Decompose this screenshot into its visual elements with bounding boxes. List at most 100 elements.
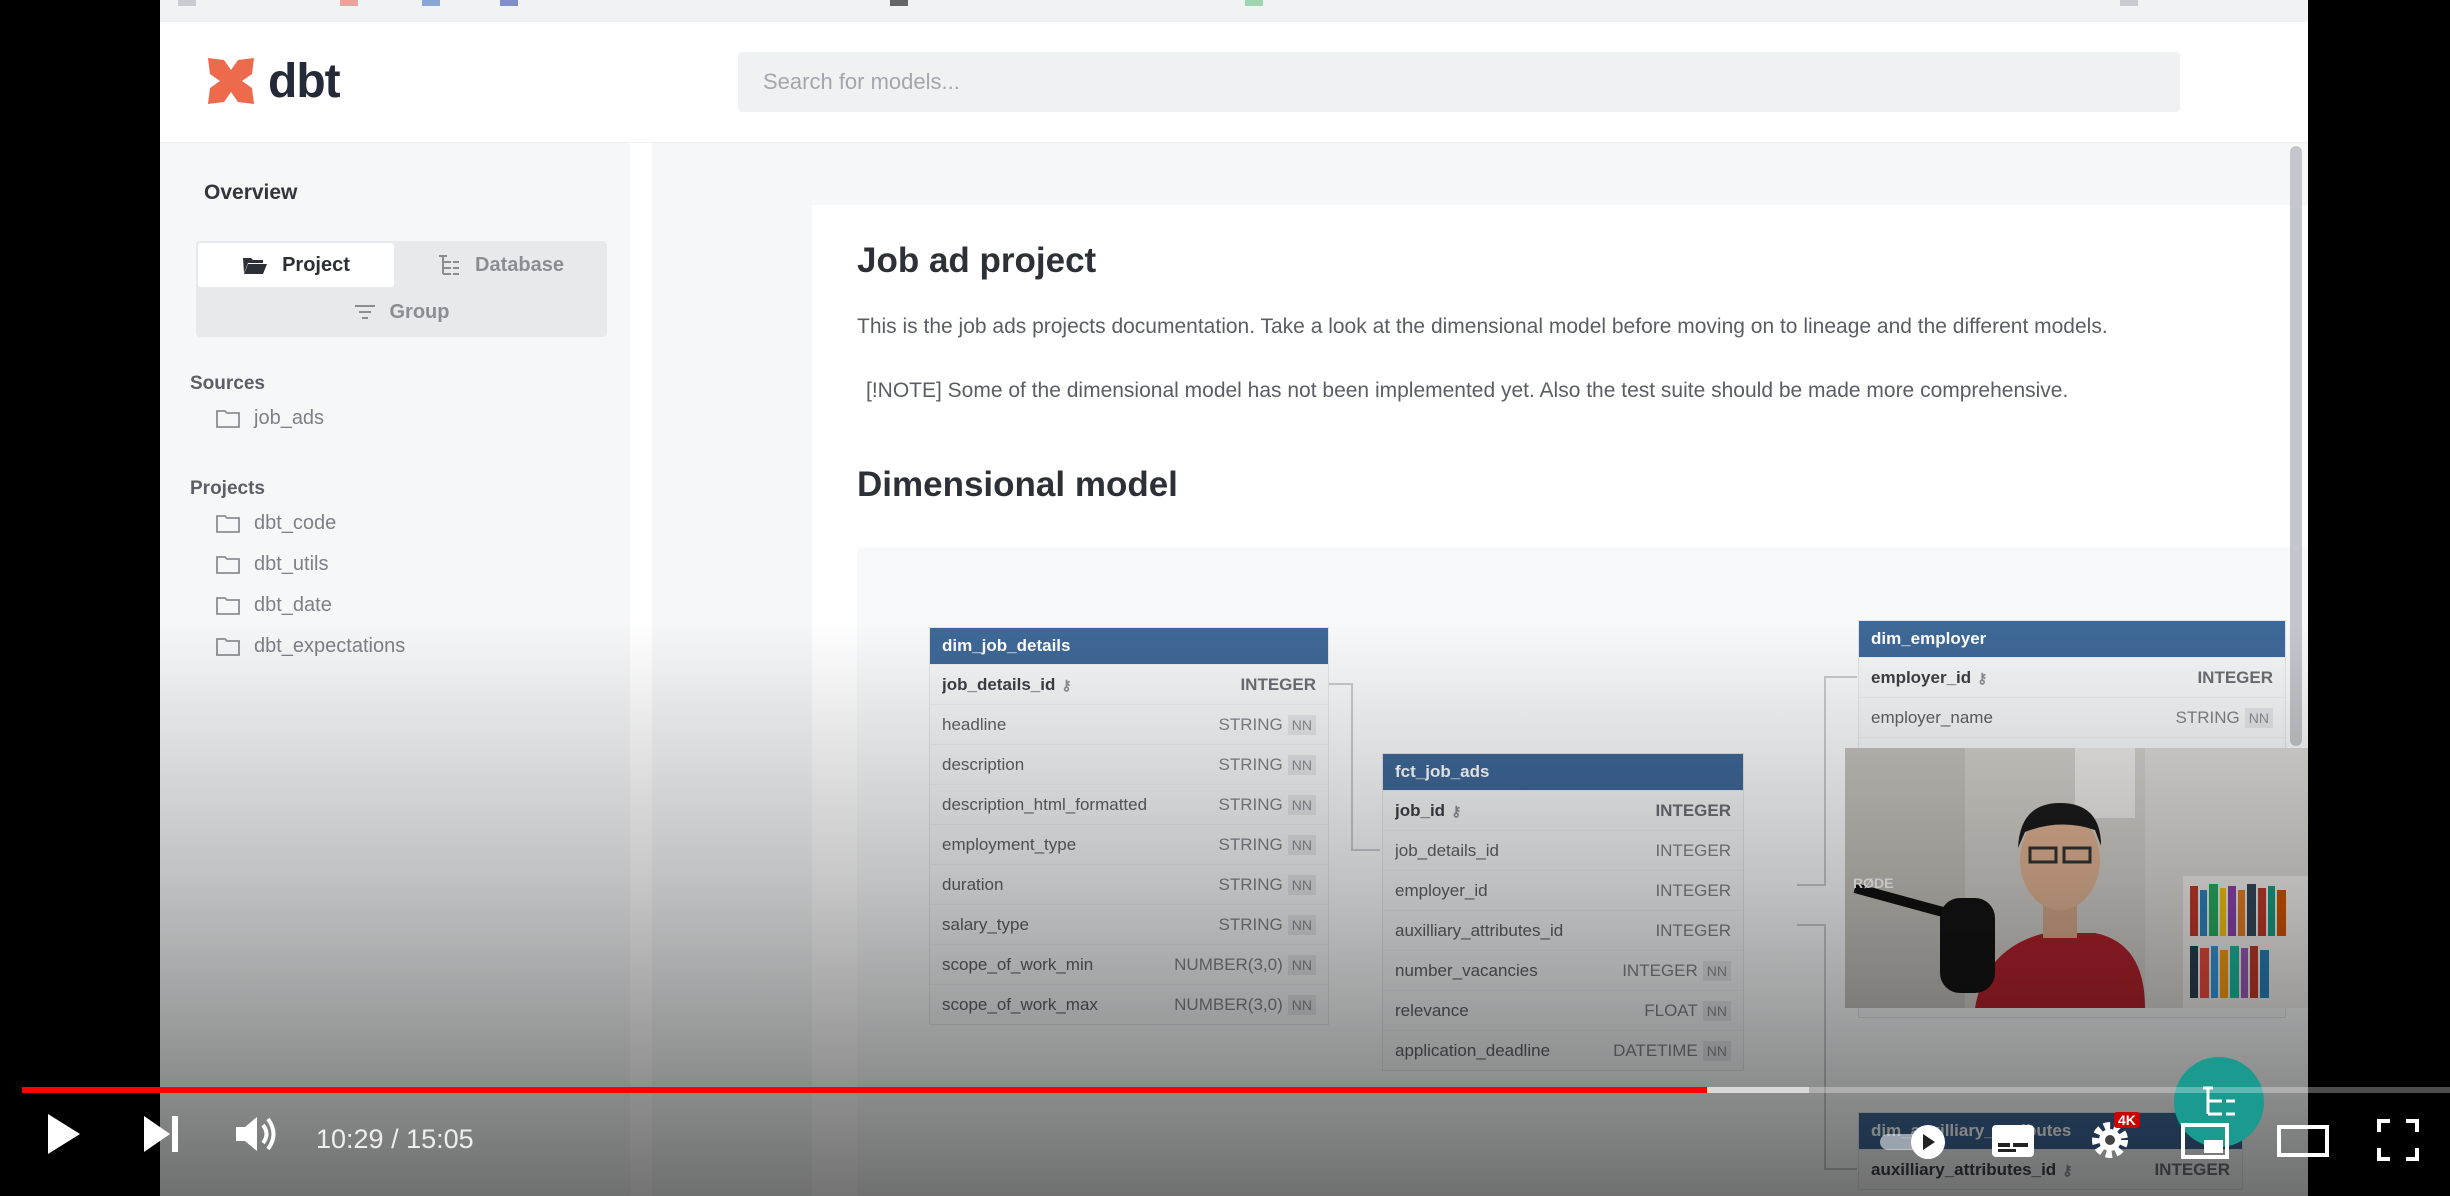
column-type: INTEGER (2197, 667, 2273, 687)
column-name: salary_type (942, 914, 1029, 934)
tab-database[interactable]: Database (396, 243, 605, 287)
column-name: relevance (1395, 1000, 1469, 1020)
column-name: auxilliary_attributes_id (1395, 920, 1564, 940)
sidebar-item-label: dbt_utils (254, 553, 329, 575)
tab-project[interactable]: Project (198, 243, 394, 287)
column-type: FLOAT (1644, 1000, 1698, 1020)
sidebar-item-dbt-date[interactable]: dbt_date (216, 594, 332, 617)
not-null-badge: NN (1287, 994, 1316, 1015)
autoplay-toggle-icon (1880, 1125, 1945, 1159)
bookmark-icon (500, 0, 518, 6)
quality-badge: 4K (2114, 1112, 2140, 1128)
column-type: STRING (2175, 707, 2240, 727)
sidebar-item-job-ads[interactable]: job_ads (216, 407, 324, 430)
bookmark-icon (340, 0, 358, 6)
theater-mode-icon (2277, 1125, 2329, 1157)
mic-brand-label: RØDE (1853, 875, 1893, 891)
main-content: Job ad project This is the job ads proje… (652, 143, 2308, 1196)
column-type: INTEGER (2154, 1159, 2230, 1179)
column-type: INTEGER (1655, 840, 1731, 860)
column-type: STRING (1218, 794, 1283, 814)
miniplayer-icon (2181, 1123, 2229, 1159)
settings-button[interactable]: 4K (2086, 1112, 2140, 1164)
sidebar-item-dbt-expectations[interactable]: dbt_expectations (216, 635, 405, 658)
tab-project-label: Project (282, 253, 350, 276)
sidebar-item-dbt-utils[interactable]: dbt_utils (216, 553, 329, 576)
autoplay-toggle[interactable] (1878, 1122, 1950, 1162)
table-row: employer_id ⚷ INTEGER (1859, 657, 2285, 697)
column-type: STRING (1218, 914, 1283, 934)
table-row: relevance FLOAT NN (1383, 990, 1743, 1030)
next-button[interactable] (140, 1110, 182, 1158)
column-name: job_details_id (1395, 840, 1499, 860)
page-title: Job ad project (857, 241, 1097, 280)
filter-lines-icon (354, 305, 375, 319)
not-null-badge: NN (1287, 714, 1316, 735)
table-title: fct_job_ads (1383, 754, 1743, 790)
sidebar-item-label: job_ads (254, 407, 325, 429)
volume-button[interactable] (232, 1110, 280, 1158)
table-title: dim_job_details (930, 628, 1328, 664)
miniplayer-button[interactable] (2180, 1122, 2230, 1160)
column-name: description_html_formatted (942, 794, 1148, 814)
browser-bookmark-strip (160, 0, 2308, 23)
theater-mode-button[interactable] (2276, 1122, 2330, 1160)
column-name: number_vacancies (1395, 960, 1538, 980)
subtitles-button[interactable] (1990, 1122, 2036, 1160)
table-row: job_details_id ⚷ INTEGER (930, 664, 1328, 704)
column-type: NUMBER(3,0) (1174, 994, 1283, 1014)
tab-group-label: Group (389, 300, 450, 323)
column-name: description (942, 754, 1025, 774)
table-row: employment_type STRING NN (930, 824, 1328, 864)
folder-icon (216, 637, 240, 656)
column-type: STRING (1218, 754, 1283, 774)
overview-link[interactable]: Overview (204, 181, 297, 205)
progress-played (22, 1087, 1707, 1093)
view-tabs: Project Database Group (196, 241, 607, 337)
not-null-badge: NN (1287, 954, 1316, 975)
folder-icon (216, 514, 240, 533)
folder-icon (216, 409, 240, 428)
sidebar: Overview Project Database Group Sources … (160, 143, 630, 1196)
table-fct-job-ads[interactable]: fct_job_ads job_id ⚷ INTEGER job_details_i… (1382, 753, 1744, 1071)
page-scrollbar[interactable] (2290, 146, 2302, 746)
section-title: Dimensional model (857, 465, 1178, 504)
dbt-logo[interactable]: dbt (202, 52, 341, 110)
tab-group[interactable]: Group (198, 289, 605, 335)
table-row: duration STRING NN (930, 864, 1328, 904)
note-paragraph: [!NOTE] Some of the dimensional model ha… (866, 379, 2069, 402)
key-icon: ⚷ (1451, 802, 1462, 819)
table-row: headline STRING NN (930, 704, 1328, 744)
bookmark-icon (890, 0, 908, 6)
column-name: employer_id (1395, 880, 1488, 900)
not-null-badge: NN (1287, 754, 1316, 775)
column-name: job_details_id (942, 674, 1056, 694)
table-row: salary_type STRING NN (930, 904, 1328, 944)
fullscreen-button[interactable] (2376, 1118, 2420, 1162)
table-title: dim_employer (1859, 621, 2285, 657)
video-frame[interactable]: dbt Overview Project Database Group Sour… (160, 0, 2308, 1196)
tab-database-label: Database (475, 253, 564, 276)
column-type: DATETIME (1613, 1040, 1698, 1060)
search-input[interactable] (738, 52, 2180, 112)
table-row: employer_id INTEGER (1383, 870, 1743, 910)
column-type: STRING (1218, 714, 1283, 734)
table-row: job_id ⚷ INTEGER (1383, 790, 1743, 830)
webcam-overlay: RØDE (1845, 748, 2308, 1008)
logo-text: dbt (268, 54, 341, 108)
column-name: job_id (1395, 800, 1446, 820)
bookmark-icon (178, 0, 196, 6)
sidebar-item-dbt-code[interactable]: dbt_code (216, 512, 336, 535)
folder-icon (216, 555, 240, 574)
column-type: INTEGER (1655, 800, 1731, 820)
key-icon: ⚷ (1061, 676, 1072, 693)
bookmark-icon (1245, 0, 1263, 6)
column-name: employment_type (942, 834, 1077, 854)
table-row: application_deadline DATETIME NN (1383, 1030, 1743, 1070)
table-dim-job-details[interactable]: dim_job_details job_details_id ⚷ INTEGER h… (929, 627, 1329, 1025)
table-row: number_vacancies INTEGER NN (1383, 950, 1743, 990)
table-row: auxilliary_attributes_id INTEGER (1383, 910, 1743, 950)
time-display: 10:29 / 15:05 (316, 1124, 474, 1154)
play-button[interactable] (44, 1110, 84, 1158)
subtitles-icon (1992, 1125, 2034, 1157)
